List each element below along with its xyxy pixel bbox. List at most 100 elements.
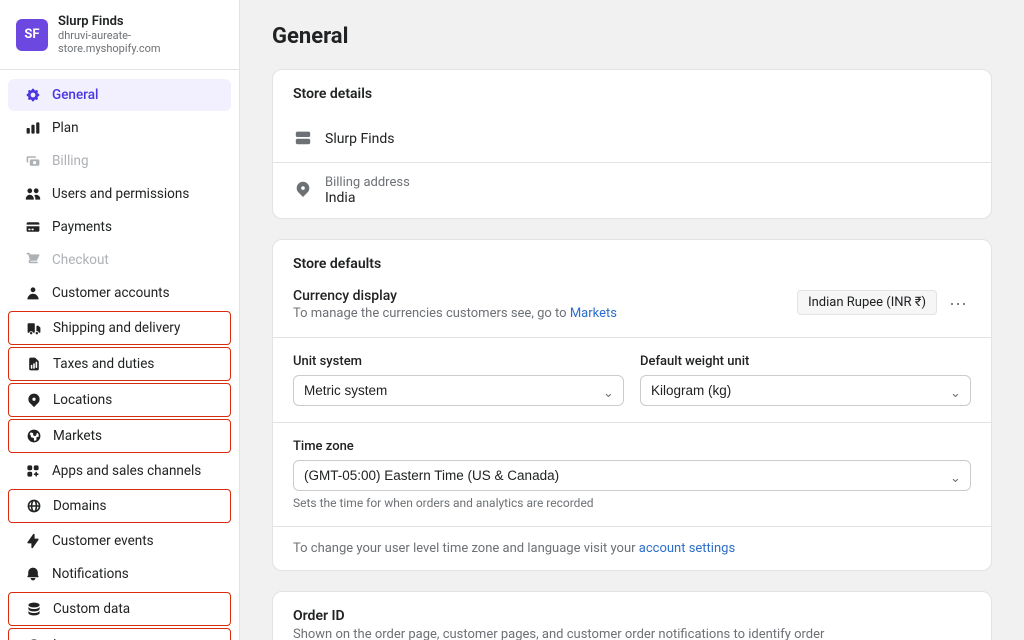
sidebar-item-customer-accounts[interactable]: Customer accounts <box>8 277 231 309</box>
billing-address-label: Billing address <box>325 175 410 190</box>
store-icon <box>293 128 313 150</box>
sidebar-item-languages[interactable]: Languages <box>8 628 231 640</box>
languages-icon <box>25 636 43 640</box>
billing-icon <box>24 152 42 170</box>
checkout-icon <box>24 251 42 269</box>
sidebar-nav: General Plan Billing <box>0 70 239 640</box>
plan-icon <box>24 119 42 137</box>
sidebar-item-label-locations: Locations <box>53 392 112 408</box>
store-defaults-card: Store defaults Currency display To manag… <box>272 239 992 571</box>
store-defaults-title: Store defaults <box>273 240 991 272</box>
account-settings-text: To change your user level time zone and … <box>293 541 971 556</box>
weight-unit-select-wrapper: Kilogram (kg) Gram (g) Pound (lb) <box>640 375 971 406</box>
customer-accounts-icon <box>24 284 42 302</box>
sidebar: SF Slurp Finds dhruvi-aureate-store.mysh… <box>0 0 240 640</box>
sidebar-item-general[interactable]: General <box>8 79 231 111</box>
taxes-icon <box>25 355 43 373</box>
account-settings-row: To change your user level time zone and … <box>273 527 991 570</box>
currency-more-button[interactable]: ··· <box>945 292 971 314</box>
sidebar-item-plan[interactable]: Plan <box>8 112 231 144</box>
apps-icon <box>24 462 42 480</box>
timezone-hint: Sets the time for when orders and analyt… <box>293 496 971 510</box>
sidebar-item-shipping[interactable]: Shipping and delivery <box>8 311 231 345</box>
sidebar-item-label-custom-data: Custom data <box>53 601 130 617</box>
domains-icon <box>25 497 43 515</box>
sidebar-item-label-checkout: Checkout <box>52 252 109 268</box>
customer-events-icon <box>24 532 42 550</box>
billing-address-content: Billing address India <box>325 175 410 206</box>
sidebar-item-label-shipping: Shipping and delivery <box>53 320 180 336</box>
currency-display-row: Currency display To manage the currencie… <box>273 272 991 338</box>
unit-system-field: Unit system Metric system Imperial syste… <box>293 354 624 406</box>
timezone-row: Time zone (GMT-05:00) Eastern Time (US &… <box>273 423 991 527</box>
users-icon <box>24 185 42 203</box>
unit-system-select[interactable]: Metric system Imperial system <box>293 375 624 406</box>
page-title: General <box>272 24 992 49</box>
timezone-label: Time zone <box>293 439 971 454</box>
store-details-card: Store details Slurp Finds Billing addres… <box>272 69 992 219</box>
sidebar-item-taxes[interactable]: Taxes and duties <box>8 347 231 381</box>
sidebar-item-markets[interactable]: Markets <box>8 419 231 453</box>
store-name-row: Slurp Finds <box>273 116 991 163</box>
sidebar-item-apps[interactable]: Apps and sales channels <box>8 455 231 487</box>
timezone-select-wrapper: (GMT-05:00) Eastern Time (US & Canada) (… <box>293 460 971 491</box>
locations-icon <box>25 391 43 409</box>
store-header[interactable]: SF Slurp Finds dhruvi-aureate-store.mysh… <box>0 0 239 70</box>
sidebar-item-label-general: General <box>52 87 98 103</box>
sidebar-item-payments[interactable]: Payments <box>8 211 231 243</box>
store-info: Slurp Finds dhruvi-aureate-store.myshopi… <box>58 14 223 55</box>
sidebar-item-label-customer-events: Customer events <box>52 533 154 549</box>
markets-icon <box>25 427 43 445</box>
currency-display-right: Indian Rupee (INR ₹) ··· <box>797 290 971 315</box>
sidebar-item-custom-data[interactable]: Custom data <box>8 592 231 626</box>
weight-unit-field: Default weight unit Kilogram (kg) Gram (… <box>640 354 971 406</box>
timezone-select[interactable]: (GMT-05:00) Eastern Time (US & Canada) (… <box>293 460 971 491</box>
sidebar-item-checkout: Checkout <box>8 244 231 276</box>
unit-weight-row: Unit system Metric system Imperial syste… <box>273 338 991 423</box>
sidebar-item-label-users: Users and permissions <box>52 186 189 202</box>
currency-display-desc: To manage the currencies customers see, … <box>293 306 617 321</box>
billing-address-icon <box>293 180 313 202</box>
notifications-icon <box>24 565 42 583</box>
order-id-title: Order ID <box>293 608 971 624</box>
currency-display-left: Currency display To manage the currencie… <box>293 288 617 321</box>
store-avatar: SF <box>16 19 48 51</box>
order-id-header: Order ID Shown on the order page, custom… <box>273 592 991 640</box>
sidebar-item-label-payments: Payments <box>52 219 112 235</box>
sidebar-item-label-customer-accounts: Customer accounts <box>52 285 170 301</box>
sidebar-item-label-taxes: Taxes and duties <box>53 356 154 372</box>
unit-system-label: Unit system <box>293 354 624 369</box>
billing-address-value: India <box>325 190 410 206</box>
store-name-value: Slurp Finds <box>325 131 395 147</box>
weight-unit-label: Default weight unit <box>640 354 971 369</box>
store-name: Slurp Finds <box>58 14 223 29</box>
sidebar-item-domains[interactable]: Domains <box>8 489 231 523</box>
store-details-title: Store details <box>273 70 991 102</box>
sidebar-item-label-markets: Markets <box>53 428 102 444</box>
payments-icon <box>24 218 42 236</box>
store-url: dhruvi-aureate-store.myshopify.com <box>58 29 223 55</box>
billing-address-row: Billing address India <box>273 163 991 218</box>
general-icon <box>24 86 42 104</box>
main-content: General Store details Slurp Finds Billin… <box>240 0 1024 640</box>
sidebar-item-label-plan: Plan <box>52 120 79 136</box>
custom-data-icon <box>25 600 43 618</box>
order-id-desc: Shown on the order page, customer pages,… <box>293 627 971 640</box>
markets-link[interactable]: Markets <box>570 306 617 321</box>
sidebar-item-locations[interactable]: Locations <box>8 383 231 417</box>
currency-display-title: Currency display <box>293 288 617 304</box>
sidebar-item-label-apps: Apps and sales channels <box>52 463 201 479</box>
unit-system-select-wrapper: Metric system Imperial system <box>293 375 624 406</box>
order-id-card: Order ID Shown on the order page, custom… <box>272 591 992 640</box>
sidebar-item-label-domains: Domains <box>53 498 106 514</box>
shipping-icon <box>25 319 43 337</box>
weight-unit-select[interactable]: Kilogram (kg) Gram (g) Pound (lb) <box>640 375 971 406</box>
currency-badge: Indian Rupee (INR ₹) <box>797 290 937 315</box>
account-settings-link[interactable]: account settings <box>639 541 735 556</box>
sidebar-item-notifications[interactable]: Notifications <box>8 558 231 590</box>
sidebar-item-billing: Billing <box>8 145 231 177</box>
sidebar-item-users[interactable]: Users and permissions <box>8 178 231 210</box>
sidebar-item-label-billing: Billing <box>52 153 89 169</box>
sidebar-item-label-notifications: Notifications <box>52 566 129 582</box>
sidebar-item-customer-events[interactable]: Customer events <box>8 525 231 557</box>
